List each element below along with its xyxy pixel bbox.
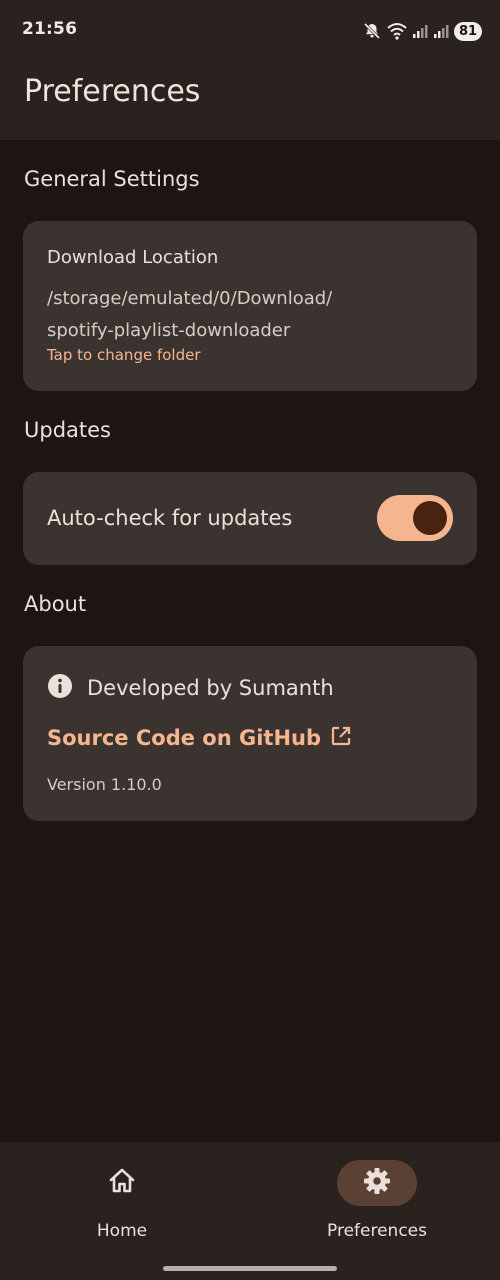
nav-label-home: Home	[96, 1221, 148, 1241]
about-card: Developed by Sumanth Source Code on GitH…	[23, 646, 477, 821]
nav-label-preferences: Preferences	[327, 1221, 427, 1241]
version-text: Version 1.10.0	[47, 775, 162, 794]
wifi-icon	[387, 22, 407, 40]
nav-item-home[interactable]: Home	[42, 1160, 202, 1250]
nav-pill-preferences	[337, 1160, 417, 1206]
external-link-icon	[330, 725, 352, 751]
status-bar: 21:56 81	[0, 0, 500, 60]
download-path: /storage/emulated/0/Download/ spotify-pl…	[47, 283, 332, 347]
section-title-general: General Settings	[24, 167, 200, 191]
info-icon	[47, 673, 73, 703]
download-location-label: Download Location	[47, 247, 219, 268]
gesture-handle[interactable]	[163, 1266, 337, 1271]
gear-icon	[362, 1166, 392, 1200]
auto-check-label: Auto-check for updates	[47, 506, 293, 530]
developer-text: Developed by Sumanth	[87, 676, 334, 700]
auto-check-toggle[interactable]	[377, 495, 453, 541]
change-folder-hint: Tap to change folder	[47, 346, 201, 364]
bottom-navigation: Home Preferences	[0, 1142, 500, 1280]
section-title-updates: Updates	[24, 418, 111, 442]
auto-check-card: Auto-check for updates	[23, 472, 477, 565]
nav-item-preferences[interactable]: Preferences	[297, 1160, 457, 1250]
developer-row: Developed by Sumanth	[47, 673, 334, 703]
nav-pill-home	[82, 1160, 162, 1206]
download-path-line: /storage/emulated/0/Download/	[47, 288, 333, 309]
mute-icon	[362, 21, 382, 41]
status-time: 21:56	[22, 19, 78, 39]
status-icons: 81	[362, 20, 482, 42]
battery-indicator: 81	[454, 21, 482, 41]
section-title-about: About	[24, 592, 87, 616]
toggle-knob	[413, 501, 447, 535]
preferences-screen: 21:56 81 Preferences General Settings Do…	[0, 0, 500, 1280]
page-title: Preferences	[24, 74, 201, 109]
download-path-line: spotify-playlist-downloader	[47, 320, 291, 341]
github-link[interactable]: Source Code on GitHub	[47, 725, 352, 751]
home-icon	[107, 1166, 137, 1200]
top-app-bar: Preferences	[0, 60, 500, 140]
download-location-card[interactable]: Download Location /storage/emulated/0/Do…	[23, 221, 477, 391]
github-link-text: Source Code on GitHub	[47, 726, 322, 750]
signal-icon	[433, 23, 449, 39]
signal-icon	[412, 23, 428, 39]
